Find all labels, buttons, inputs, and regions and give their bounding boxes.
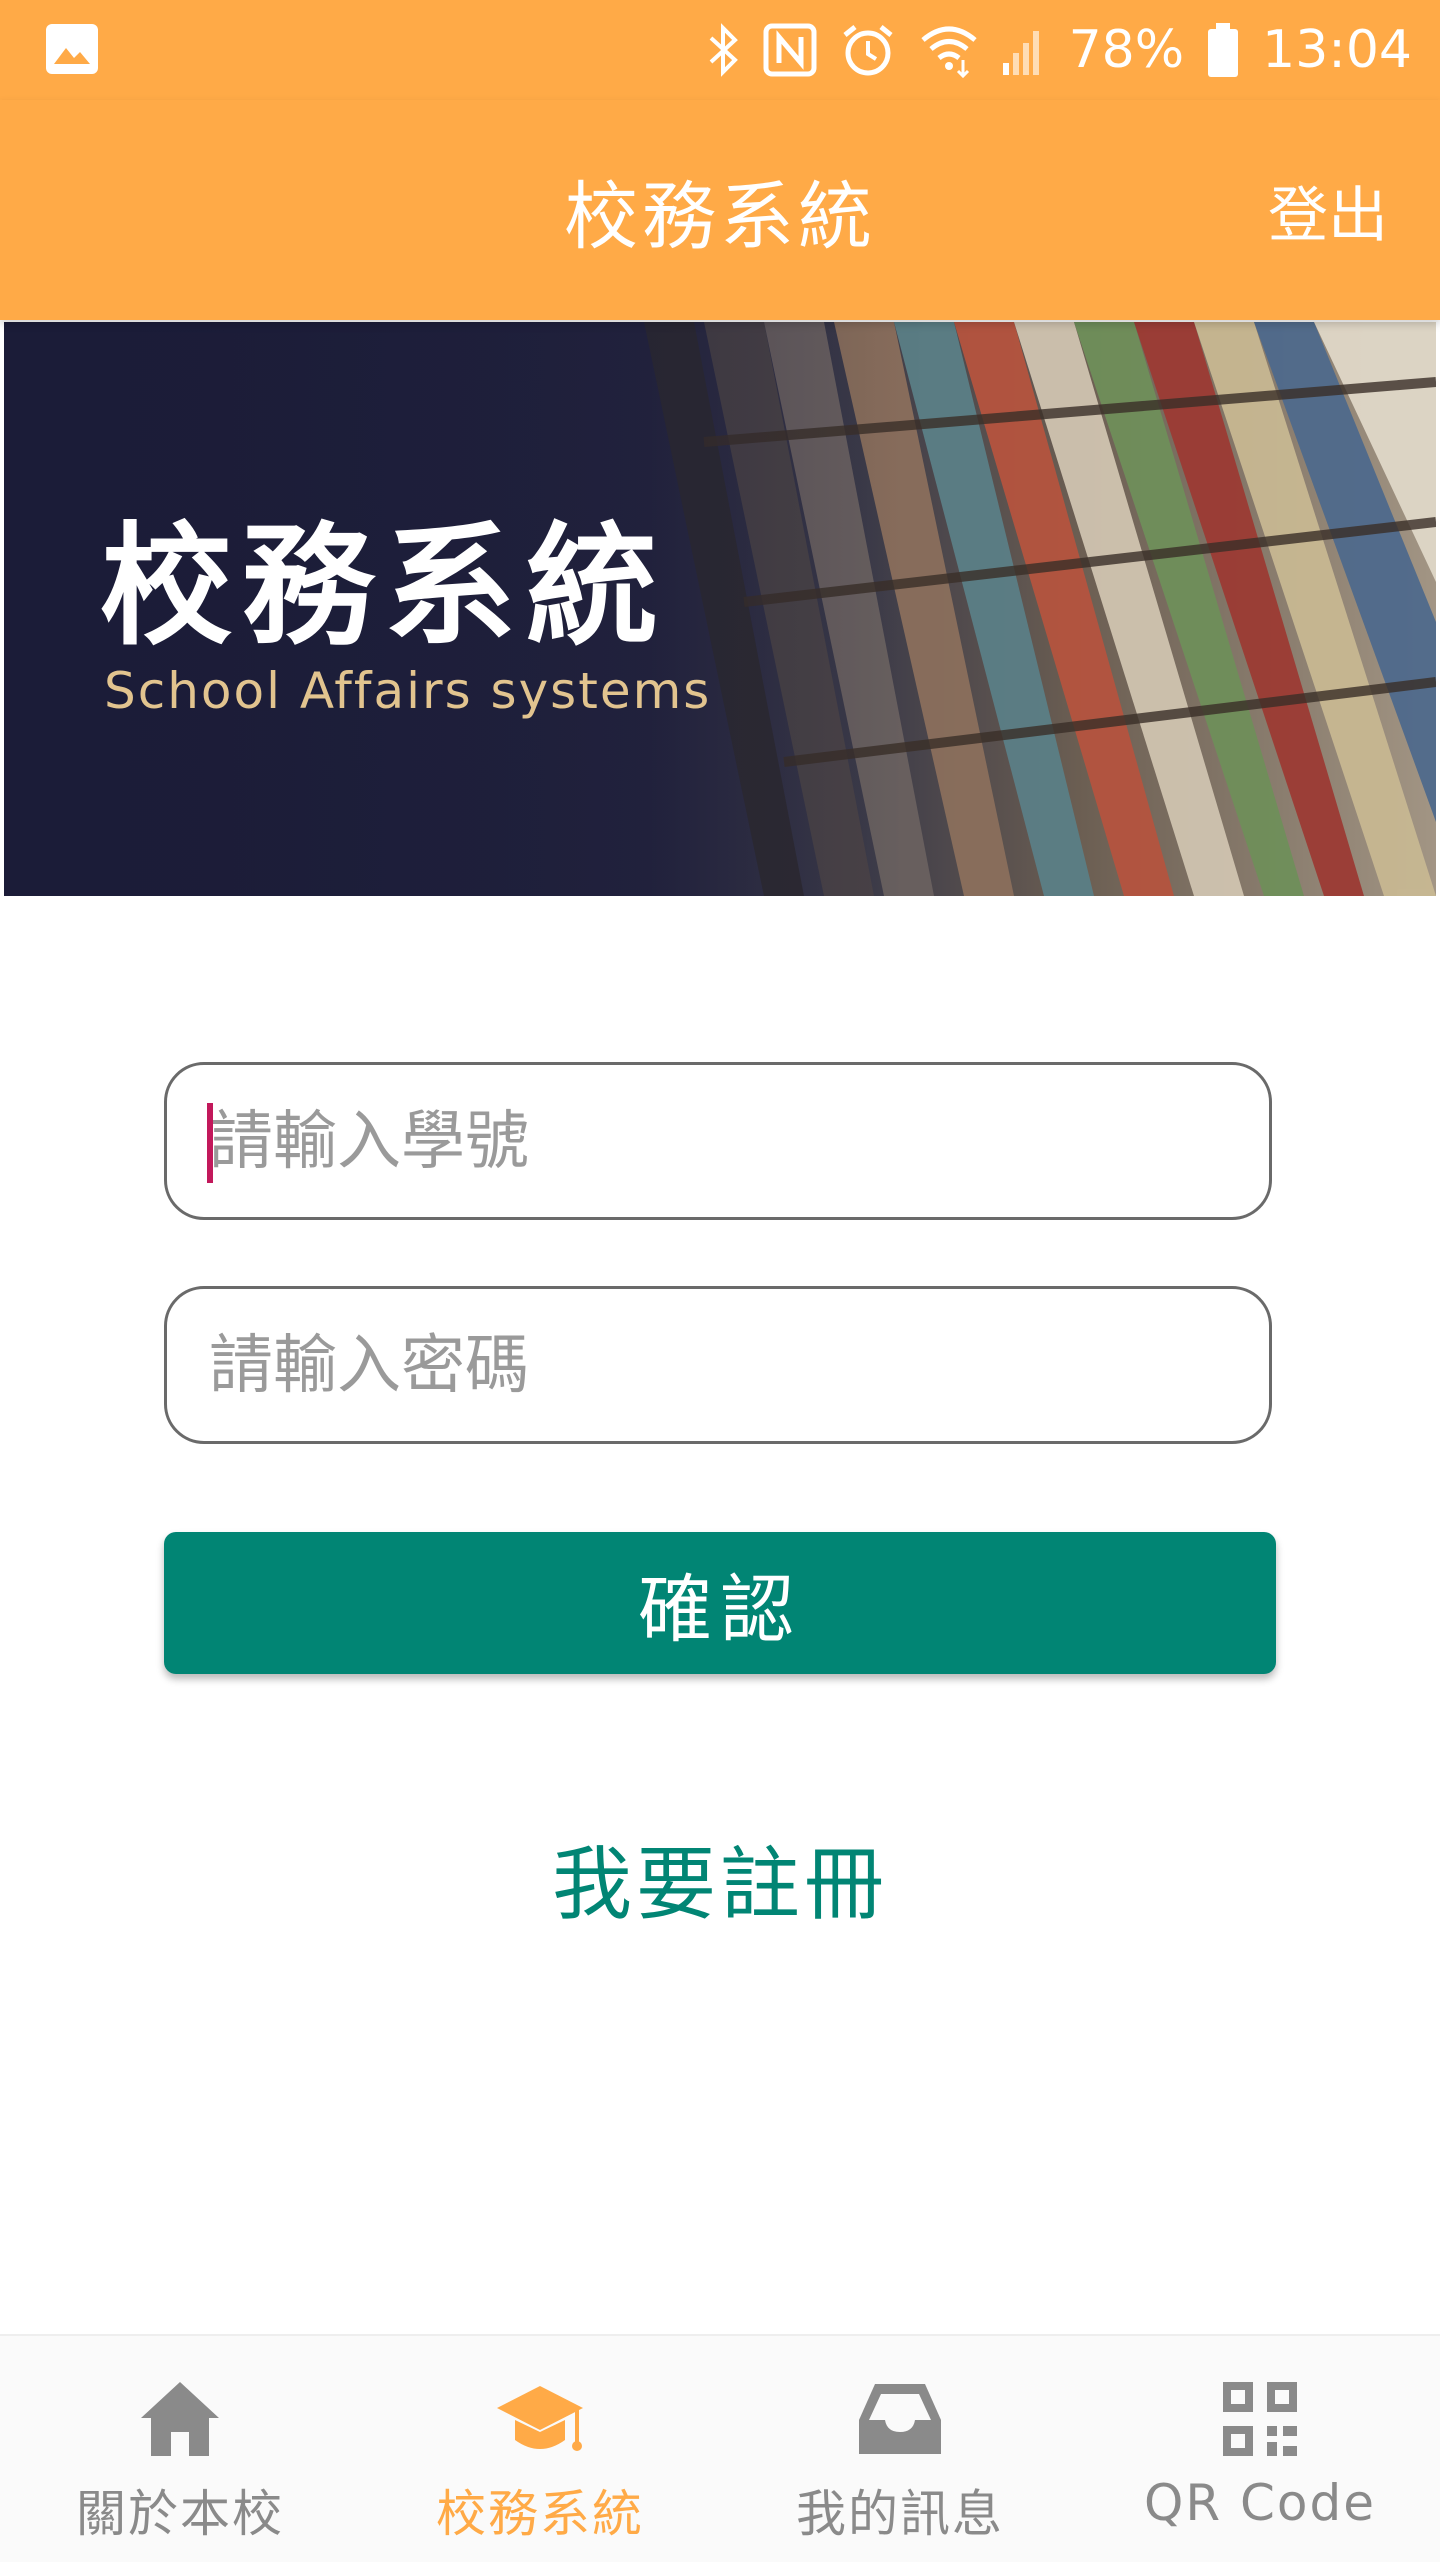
bottom-navigation: 關於本校 校務系統 我的訊息 QR Code xyxy=(0,2334,1440,2562)
nav-label-about: 關於本校 xyxy=(76,2485,284,2543)
nav-item-about[interactable]: 關於本校 xyxy=(0,2336,360,2562)
banner-title: 校務系統 xyxy=(100,510,668,664)
nav-label-school-system: 校務系統 xyxy=(436,2485,644,2543)
nfc-icon xyxy=(763,23,817,77)
nav-item-messages[interactable]: 我的訊息 xyxy=(720,2336,1080,2562)
banner-image: 校務系統 School Affairs systems xyxy=(4,322,1436,896)
alarm-icon xyxy=(839,21,897,79)
battery-icon xyxy=(1206,21,1240,79)
page-title: 校務系統 xyxy=(564,173,876,260)
home-icon xyxy=(135,2374,225,2464)
nav-label-qr-code: QR Code xyxy=(1144,2474,1376,2532)
signal-icon xyxy=(1001,23,1047,77)
password-field[interactable] xyxy=(164,1286,1272,1444)
student-id-input[interactable] xyxy=(207,1065,1231,1219)
nav-item-school-system[interactable]: 校務系統 xyxy=(360,2336,720,2562)
nav-label-messages: 我的訊息 xyxy=(796,2485,1004,2543)
inbox-icon xyxy=(855,2374,945,2464)
graduation-cap-icon xyxy=(495,2374,585,2464)
wifi-icon xyxy=(919,22,979,78)
register-link[interactable]: 我要註冊 xyxy=(0,1820,1440,1936)
confirm-button[interactable]: 確認 xyxy=(164,1532,1276,1674)
bluetooth-icon xyxy=(707,22,741,78)
password-input[interactable] xyxy=(207,1289,1231,1443)
banner-subtitle: School Affairs systems xyxy=(104,662,712,720)
qr-code-icon xyxy=(1215,2374,1305,2464)
image-notification-icon xyxy=(44,22,100,76)
battery-percent: 78% xyxy=(1068,20,1185,80)
status-icons: 78% 13:04 xyxy=(707,0,1412,100)
text-cursor xyxy=(207,1103,213,1183)
nav-item-qr-code[interactable]: QR Code xyxy=(1080,2336,1440,2562)
logout-button[interactable]: 登出 xyxy=(1268,100,1388,320)
app-bar: 校務系統 登出 xyxy=(0,100,1440,320)
status-bar: 78% 13:04 xyxy=(0,0,1440,100)
clock-time: 13:04 xyxy=(1262,20,1412,80)
student-id-field[interactable] xyxy=(164,1062,1272,1220)
